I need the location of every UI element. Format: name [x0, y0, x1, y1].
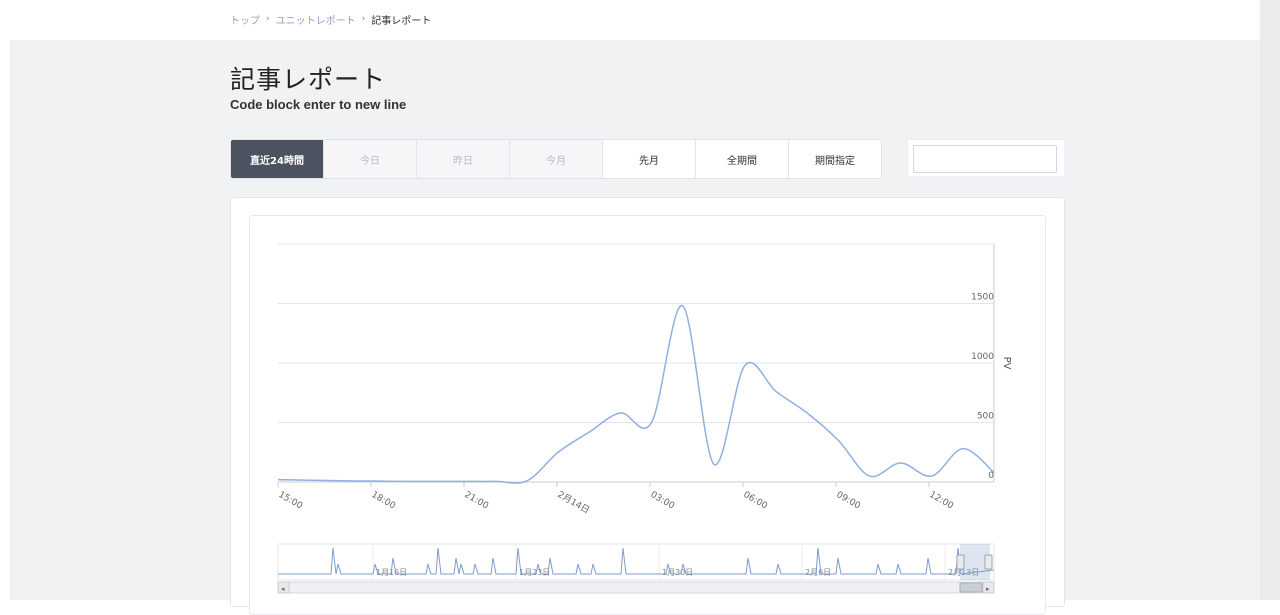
scroll-left-button[interactable] — [277, 581, 290, 594]
breadcrumb: トップ › ユニットレポート › 記事レポート — [230, 12, 432, 27]
breadcrumb-current: 記事レポート — [371, 15, 432, 27]
date-range-container — [907, 139, 1065, 177]
scroll-edge — [1260, 0, 1280, 600]
period-button-last-24h[interactable]: 直近24時間 — [231, 140, 324, 178]
period-button-custom-range[interactable]: 期間指定 — [789, 140, 881, 178]
scroll-right-button[interactable] — [982, 581, 995, 594]
period-button-this-month[interactable]: 今月 — [510, 140, 603, 178]
breadcrumb-link-top[interactable]: トップ — [230, 12, 260, 27]
breadcrumb-link-unit-report[interactable]: ユニットレポート — [276, 12, 356, 27]
breadcrumb-separator: › — [361, 14, 366, 24]
date-range-input[interactable] — [913, 145, 1057, 173]
navigator-handle-left[interactable] — [956, 554, 965, 570]
navigator-panel[interactable] — [277, 543, 995, 581]
page-subtitle: Code block enter to new line — [230, 97, 407, 112]
period-selector: 直近24時間 今日 昨日 今月 先月 全期間 期間指定 — [230, 139, 882, 179]
navigator-handle-right[interactable] — [984, 554, 993, 570]
navigator-scrollbar-track[interactable] — [277, 581, 995, 594]
period-button-yesterday[interactable]: 昨日 — [417, 140, 510, 178]
period-button-all-time[interactable]: 全期間 — [696, 140, 789, 178]
period-button-today[interactable]: 今日 — [324, 140, 417, 178]
breadcrumb-separator: › — [266, 14, 270, 24]
period-button-last-month[interactable]: 先月 — [603, 140, 696, 178]
navigator-scrollbar-thumb[interactable] — [959, 582, 983, 593]
page-title: 記事レポート — [230, 65, 387, 94]
